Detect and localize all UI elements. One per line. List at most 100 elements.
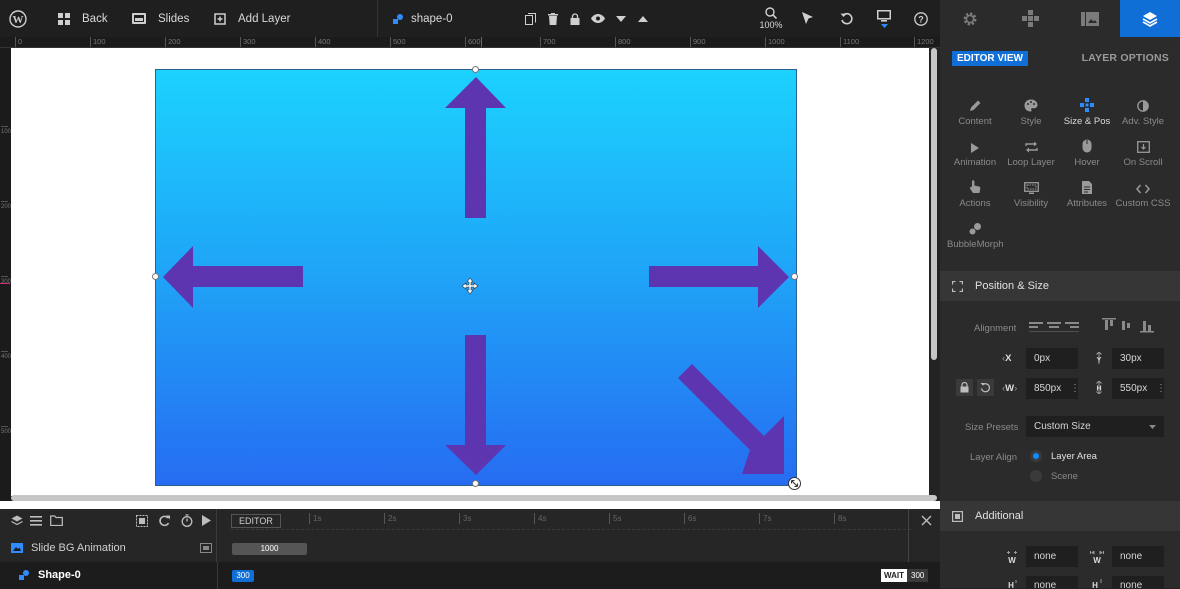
- min-width-input[interactable]: none: [1026, 546, 1078, 567]
- max-width-input[interactable]: none: [1112, 546, 1164, 567]
- option-custom-css[interactable]: Custom CSS: [1115, 176, 1171, 209]
- back-button[interactable]: Back: [58, 0, 108, 37]
- layers-icon[interactable]: [11, 515, 23, 527]
- folder-icon[interactable]: [50, 515, 63, 526]
- option-bubblemorph[interactable]: BubbleMorph: [947, 217, 1004, 250]
- timeline-bar[interactable]: 300: [232, 570, 254, 582]
- arrow-up: [445, 77, 506, 218]
- horizontal-scrollbar[interactable]: [11, 495, 937, 501]
- min-height-input[interactable]: none: [1026, 576, 1078, 588]
- play-icon[interactable]: [202, 515, 211, 526]
- additional-icon: [952, 510, 963, 522]
- svg-text:W: W: [1008, 556, 1016, 564]
- timeline-ruler-line: [231, 529, 911, 531]
- width-menu-icon[interactable]: ⋮: [1070, 383, 1080, 394]
- grid-snap-icon[interactable]: [136, 515, 148, 527]
- timeline-row[interactable]: Slide BG Animation 1000: [0, 535, 940, 562]
- timeline-row-label: Slide BG Animation: [31, 542, 126, 554]
- select-cursor-icon[interactable]: [800, 0, 816, 37]
- slides-icon: [132, 13, 146, 24]
- tab-slide-options[interactable]: [1060, 0, 1120, 37]
- zoom-button[interactable]: 100%: [756, 0, 786, 37]
- delete-icon[interactable]: [546, 0, 560, 37]
- scale-handle-icon[interactable]: [788, 477, 801, 490]
- timeline-bar[interactable]: 1000: [232, 543, 307, 555]
- editor-time-label[interactable]: EDITOR: [231, 514, 281, 528]
- vertical-scrollbar[interactable]: [931, 48, 937, 360]
- list-view-icon[interactable]: [30, 516, 42, 526]
- ruler-label: 800: [615, 37, 631, 47]
- chevron-down-icon[interactable]: [614, 0, 628, 37]
- option-actions[interactable]: Actions: [947, 176, 1003, 209]
- option-label: Hover: [1074, 157, 1100, 168]
- undo-icon[interactable]: [838, 0, 854, 37]
- expand-icon: [952, 280, 963, 292]
- resize-handle-right[interactable]: [791, 273, 798, 280]
- reset-size-button[interactable]: [977, 379, 994, 396]
- resize-handle-left[interactable]: [152, 273, 159, 280]
- shape-layer-icon: [393, 13, 403, 24]
- tab-layer-options[interactable]: [1120, 0, 1180, 37]
- current-layer-selector[interactable]: shape-0: [393, 0, 453, 37]
- option-label: Attributes: [1066, 198, 1108, 209]
- additional-header[interactable]: Additional: [940, 501, 1180, 531]
- play-icon: [947, 135, 1003, 153]
- shape-layer[interactable]: [152, 66, 801, 490]
- scroll-icon: [1115, 135, 1171, 153]
- y-input[interactable]: 30px: [1112, 348, 1164, 369]
- h-axis-icon: H: [1095, 381, 1103, 394]
- y-label: Y: [1097, 357, 1102, 364]
- editor-view-button[interactable]: EDITOR VIEW: [952, 51, 1028, 66]
- size-presets-select[interactable]: Custom Size: [1026, 416, 1164, 437]
- canvas-bottom-area: [0, 501, 940, 509]
- w-prefix: ‹W›: [1002, 383, 1018, 394]
- option-label: Size & Pos: [1063, 116, 1111, 127]
- duplicate-icon[interactable]: [522, 0, 538, 37]
- position-size-header[interactable]: Position & Size: [940, 271, 1180, 301]
- svg-text:?: ?: [918, 14, 924, 24]
- lock-icon[interactable]: [568, 0, 582, 37]
- chevron-up-icon[interactable]: [636, 0, 650, 37]
- option-animation[interactable]: Animation: [947, 135, 1003, 168]
- help-icon[interactable]: ?: [912, 0, 930, 37]
- zoom-level: 100%: [759, 20, 783, 30]
- lock-ratio-button[interactable]: [956, 379, 973, 396]
- layer-area-radio[interactable]: [1030, 450, 1042, 462]
- timer-icon[interactable]: [181, 514, 193, 527]
- option-label: Custom CSS: [1115, 198, 1171, 209]
- option-style[interactable]: Style: [1003, 94, 1059, 127]
- option-size-pos[interactable]: Size & Pos: [1059, 94, 1115, 127]
- option-loop-layer[interactable]: Loop Layer: [1003, 135, 1059, 168]
- max-height-input[interactable]: none: [1112, 576, 1164, 588]
- y-axis-icon: Y: [1095, 352, 1103, 364]
- desktop-view-button[interactable]: [874, 0, 894, 37]
- option-adv-style[interactable]: Adv. Style: [1115, 94, 1171, 127]
- max-width-icon: W: [1090, 551, 1104, 564]
- current-layer-name: shape-0: [411, 12, 453, 25]
- option-attributes[interactable]: Attributes: [1059, 176, 1115, 209]
- align-horizontal-icons[interactable]: [1029, 321, 1081, 333]
- slides-button[interactable]: Slides: [132, 0, 189, 37]
- add-layer-button[interactable]: Add Layer: [214, 0, 290, 37]
- visibility-eye-icon[interactable]: [589, 0, 607, 37]
- option-hover[interactable]: Hover: [1059, 135, 1115, 168]
- option-visibility[interactable]: Visibility: [1003, 176, 1059, 209]
- option-on-scroll[interactable]: On Scroll: [1115, 135, 1171, 168]
- height-menu-icon[interactable]: ⋮: [1156, 383, 1166, 394]
- wait-badge[interactable]: WAIT 300: [881, 569, 929, 582]
- section-title: Position & Size: [975, 280, 1049, 292]
- option-content[interactable]: Content: [947, 94, 1003, 127]
- scene-radio[interactable]: [1030, 470, 1042, 482]
- tab-navigation[interactable]: [1000, 0, 1060, 37]
- resize-handle-top[interactable]: [472, 66, 479, 73]
- resize-handle-bottom[interactable]: [472, 480, 479, 487]
- svg-text:H: H: [1008, 581, 1014, 588]
- loop-icon[interactable]: [158, 514, 171, 527]
- timeline-row-selected[interactable]: Shape-0 300 WAIT 300: [0, 562, 940, 589]
- wordpress-logo-icon[interactable]: W: [8, 0, 28, 37]
- x-label: X: [1005, 353, 1012, 364]
- x-input[interactable]: 0px: [1026, 348, 1078, 369]
- align-vertical-icons[interactable]: [1102, 318, 1154, 333]
- tab-slider-settings[interactable]: [940, 0, 1000, 37]
- close-icon[interactable]: [921, 515, 932, 526]
